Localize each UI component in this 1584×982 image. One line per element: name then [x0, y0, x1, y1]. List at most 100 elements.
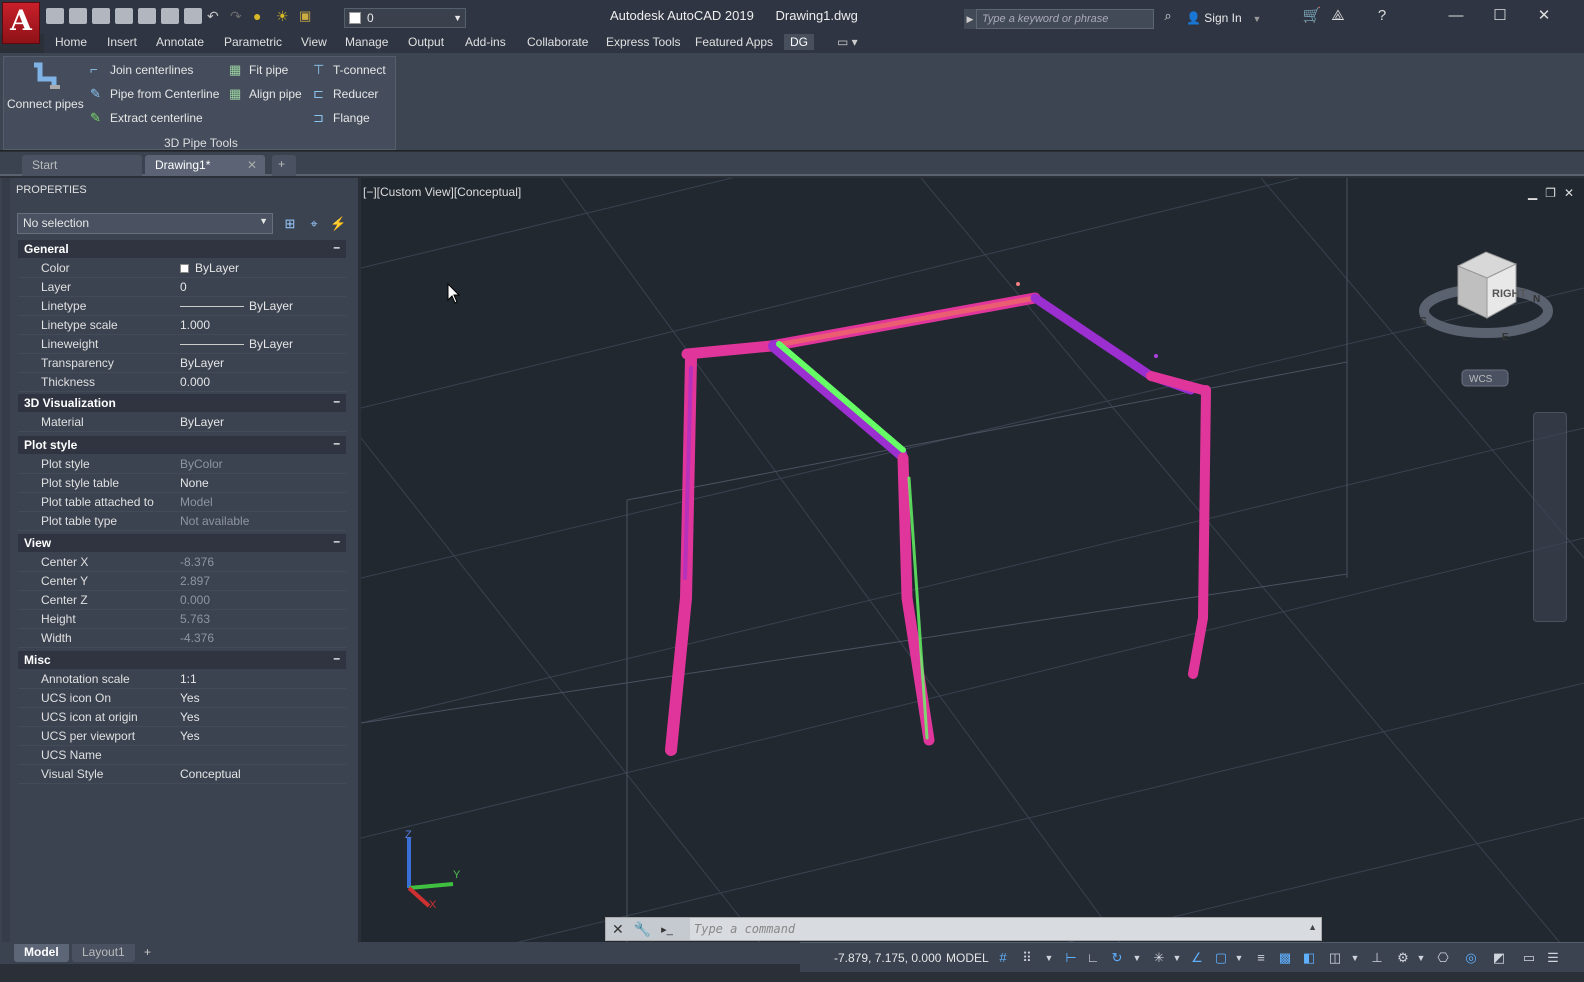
drawing-viewport[interactable]: Z Y X RIGHT S N E WCS [−][Custom View][C…: [361, 178, 1584, 944]
application-menu-button[interactable]: A: [2, 2, 40, 44]
category-plot-style[interactable]: Plot style –: [18, 436, 346, 454]
tab-featured-apps[interactable]: Featured Apps: [695, 35, 773, 49]
extract-centerline-button[interactable]: ✎ Extract centerline: [90, 110, 203, 126]
save-web-icon[interactable]: [161, 8, 179, 24]
tab-output[interactable]: Output: [408, 35, 444, 49]
transparency-icon[interactable]: ▩: [1276, 949, 1294, 967]
open-icon[interactable]: [69, 8, 87, 24]
join-centerlines-button[interactable]: ⌐ Join centerlines: [90, 62, 193, 78]
tab-model[interactable]: Model: [14, 944, 69, 962]
chevron-down-icon[interactable]: ▼: [1128, 949, 1146, 967]
sun-icon[interactable]: ☀: [276, 8, 294, 24]
sign-in-button[interactable]: 👤 Sign In ▼: [1186, 11, 1261, 25]
ucs-dynamic-icon[interactable]: ⊥: [1368, 949, 1386, 967]
layer-dropdown[interactable]: 0 ▼: [344, 8, 466, 28]
category-3d-visualization[interactable]: 3D Visualization –: [18, 394, 346, 412]
collapse-icon[interactable]: –: [333, 651, 340, 665]
command-line[interactable]: ✕ 🔧 ▸_ Type a command ▲: [605, 917, 1322, 941]
chevron-down-icon[interactable]: ▼: [1230, 949, 1248, 967]
selection-dropdown[interactable]: No selection ▼: [17, 213, 273, 234]
collapse-icon[interactable]: –: [333, 534, 340, 548]
tab-layout1[interactable]: Layout1: [72, 944, 135, 962]
toggle-pickadd-icon[interactable]: ⊞: [282, 216, 298, 232]
palette-grip[interactable]: [2, 178, 10, 944]
infer-constraints-icon[interactable]: ⊢: [1062, 949, 1080, 967]
coordinate-readout[interactable]: -7.879, 7.175, 0.000: [834, 951, 941, 965]
lightbulb-icon[interactable]: ●: [253, 8, 271, 24]
vp-restore-icon[interactable]: ❐: [1545, 186, 1556, 200]
vp-close-icon[interactable]: ✕: [1564, 186, 1574, 200]
object-snap-icon[interactable]: ▢: [1212, 949, 1230, 967]
tab-express-tools[interactable]: Express Tools: [606, 35, 680, 49]
search-expand-icon[interactable]: ▶: [964, 9, 976, 29]
new-icon[interactable]: [46, 8, 64, 24]
prop-row-annotation-scale[interactable]: Annotation scale 1:1: [18, 670, 346, 689]
connect-pipes-button[interactable]: Connect pipes: [7, 61, 84, 111]
pipe-from-centerline-button[interactable]: ✎ Pipe from Centerline: [90, 86, 219, 102]
prompt-icon[interactable]: ▸_: [661, 923, 673, 936]
prop-row-center-y[interactable]: Center Y 2.897: [18, 572, 346, 591]
grid-icon[interactable]: #: [994, 949, 1012, 967]
snap-icon[interactable]: ⠿: [1018, 949, 1036, 967]
prop-row-ucs-per-viewport[interactable]: UCS per viewport Yes: [18, 727, 346, 746]
tab-parametric[interactable]: Parametric: [224, 35, 282, 49]
chevron-down-icon[interactable]: ▼: [1040, 949, 1058, 967]
lineweight-icon[interactable]: ≡: [1252, 949, 1270, 967]
align-pipe-button[interactable]: ▦ Align pipe: [229, 86, 302, 102]
prop-row-ucs-name[interactable]: UCS Name: [18, 746, 346, 765]
chevron-down-icon[interactable]: ▼: [1346, 949, 1364, 967]
tab-addins[interactable]: Add-ins: [465, 35, 506, 49]
prop-row-center-z[interactable]: Center Z 0.000: [18, 591, 346, 610]
collapse-icon[interactable]: –: [333, 436, 340, 450]
new-tab-button[interactable]: +: [272, 155, 296, 176]
tab-home[interactable]: Home: [55, 35, 87, 49]
help-icon[interactable]: ?: [1372, 6, 1392, 26]
tab-drawing1[interactable]: Drawing1* ✕: [145, 155, 265, 176]
prop-row-lineweight[interactable]: Lineweight ByLayer: [18, 335, 346, 354]
search-input[interactable]: Type a keyword or phrase: [976, 9, 1154, 29]
clean-screen-icon[interactable]: ▭: [1520, 949, 1538, 967]
maximize-button[interactable]: ☐: [1490, 6, 1510, 26]
navigation-bar[interactable]: [1533, 412, 1567, 622]
print-icon[interactable]: [184, 8, 202, 24]
binoculars-icon[interactable]: ⌕: [1158, 6, 1178, 26]
hardware-acceleration-icon[interactable]: ◩: [1490, 949, 1508, 967]
prop-row-ucs-icon-on[interactable]: UCS icon On Yes: [18, 689, 346, 708]
prop-row-transparency[interactable]: Transparency ByLayer: [18, 354, 346, 373]
command-input[interactable]: Type a command: [694, 922, 795, 936]
prop-row-plot-style[interactable]: Plot style ByColor: [18, 455, 346, 474]
prop-row-color[interactable]: Color ByLayer: [18, 259, 346, 278]
isolate-objects-icon[interactable]: ◎: [1462, 949, 1480, 967]
polar-tracking-icon[interactable]: ↻: [1108, 949, 1126, 967]
quick-select-icon[interactable]: ⚡: [330, 216, 346, 232]
tab-annotate[interactable]: Annotate: [156, 35, 204, 49]
close-icon[interactable]: ✕: [612, 921, 624, 938]
reducer-button[interactable]: ⊏ Reducer: [313, 86, 378, 102]
fit-pipe-button[interactable]: ▦ Fit pipe: [229, 62, 288, 78]
wrench-icon[interactable]: 🔧: [634, 921, 651, 938]
model-space-toggle[interactable]: MODEL: [946, 951, 989, 965]
undo-icon[interactable]: ↶: [207, 8, 225, 24]
close-tab-icon[interactable]: ✕: [247, 158, 257, 172]
wcs-menu-button[interactable]: WCS: [1461, 369, 1509, 387]
prop-row-ucs-icon-origin[interactable]: UCS icon at origin Yes: [18, 708, 346, 727]
close-button[interactable]: ✕: [1534, 6, 1554, 26]
prop-row-thickness[interactable]: Thickness 0.000: [18, 373, 346, 392]
cart-icon[interactable]: 🛒: [1302, 6, 1322, 26]
prop-row-visual-style[interactable]: Visual Style Conceptual: [18, 765, 346, 784]
prop-row-linetype-scale[interactable]: Linetype scale 1.000: [18, 316, 346, 335]
prop-row-center-x[interactable]: Center X -8.376: [18, 553, 346, 572]
isodraft-icon[interactable]: ✳: [1150, 949, 1168, 967]
redo-icon[interactable]: ↷: [230, 8, 248, 24]
viewcube[interactable]: RIGHT S N E: [1419, 251, 1553, 343]
prop-row-height[interactable]: Height 5.763: [18, 610, 346, 629]
prop-row-plot-style-table[interactable]: Plot style table None: [18, 474, 346, 493]
prop-row-plot-table-attached[interactable]: Plot table attached to Model: [18, 493, 346, 512]
open-web-icon[interactable]: [138, 8, 156, 24]
tab-view[interactable]: View: [301, 35, 327, 49]
vp-minimize-icon[interactable]: ▁: [1528, 186, 1537, 200]
tab-collaborate[interactable]: Collaborate: [527, 35, 588, 49]
t-connect-button[interactable]: ⊤ T-connect: [313, 62, 386, 78]
prop-row-layer[interactable]: Layer 0: [18, 278, 346, 297]
chevron-down-icon[interactable]: ▼: [1168, 949, 1186, 967]
